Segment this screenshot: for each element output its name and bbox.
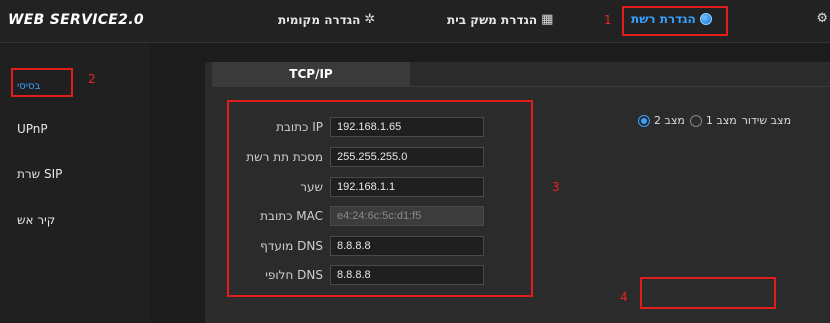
nav-local-settings-label: הגדרה מקומית	[278, 12, 361, 27]
annotation-box-3	[227, 100, 533, 297]
sidebar-item-firewall[interactable]: קיר אש	[0, 213, 150, 227]
mode-1-label: מצב 1	[705, 114, 737, 127]
mode-1-radio[interactable]	[689, 114, 702, 127]
annotation-number-4: 4	[620, 290, 628, 304]
nav-local-settings[interactable]: ✲ הגדרה מקומית	[278, 12, 375, 27]
mode-2-label: מצב 2	[654, 114, 685, 127]
annotation-box-2	[11, 68, 73, 97]
building-icon: ▦	[541, 12, 554, 27]
nav-household-settings[interactable]: ▦ הגדרת משק בית	[447, 12, 553, 27]
nav-household-settings-label: הגדרת משק בית	[447, 12, 538, 27]
app-logo: WEB SERVICE2.0	[8, 12, 144, 28]
radio-option-mode-2[interactable]: מצב 2	[638, 114, 685, 127]
sidebar-item-upnp[interactable]: UPnP	[0, 122, 150, 136]
mode-2-radio[interactable]	[638, 114, 650, 127]
settings-icon[interactable]: ⚙	[816, 11, 828, 26]
annotation-box-1	[622, 6, 728, 36]
transmission-mode-label: מצב שידור	[741, 114, 792, 127]
annotation-number-1: 1	[604, 13, 612, 27]
gear-icon: ✲	[364, 12, 376, 27]
annotation-box-4	[640, 277, 776, 309]
annotation-number-3: 3	[552, 180, 560, 194]
annotation-number-2: 2	[88, 72, 96, 86]
radio-option-mode-1[interactable]: מצב 1	[689, 114, 737, 127]
tab-divider	[212, 86, 830, 87]
sidebar-item-sip-server[interactable]: שרת SIP	[0, 167, 150, 181]
tab-tcp-ip[interactable]: TCP/IP	[212, 62, 410, 86]
transmission-mode-group: מצב שידור מצב 1 מצב 2	[638, 114, 791, 127]
